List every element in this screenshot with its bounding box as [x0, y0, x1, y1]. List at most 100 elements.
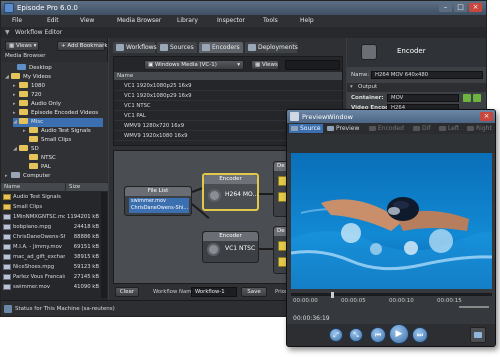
column-name-header[interactable]: Name [1, 183, 65, 191]
file-row[interactable]: swimmer.mov 41090 kB [1, 282, 100, 292]
menu-help[interactable]: Help [300, 17, 314, 24]
tree-item[interactable]: PAL [23, 163, 51, 172]
file-list-scrollbar[interactable] [101, 192, 107, 298]
folder-icon [19, 100, 28, 106]
video-file-icon [3, 274, 11, 280]
playhead[interactable] [331, 292, 334, 298]
tab-workflows[interactable]: Workflows [113, 42, 157, 53]
tab-encoders[interactable]: Encoders [199, 42, 243, 53]
close-button[interactable]: × [469, 3, 482, 12]
fast-forward-button[interactable]: ⏭ [412, 327, 428, 343]
encoder-name-header[interactable]: Name [114, 72, 342, 80]
file-row[interactable]: 1MinNMXGNTSC.mov 1194201 kB [1, 212, 100, 222]
tree-item[interactable]: ▸ Audio Only [13, 100, 61, 109]
play-button[interactable]: ▶ [389, 324, 409, 344]
file-row[interactable]: NiceShoes.mpg 59123 kB [1, 262, 100, 272]
file-list-node[interactable]: File List swimmer.mov ChrisDaneOwens-Shi… [124, 186, 192, 216]
encoder-node-h264[interactable]: Encoder H264 MOV 64... [202, 173, 259, 211]
tree-item[interactable]: ▸ Episode Encoded Videos [13, 109, 98, 118]
media-views-button[interactable]: ▦ Views ▾ [5, 41, 39, 51]
menu-file[interactable]: File [12, 17, 22, 24]
menu-edit[interactable]: Edit [47, 17, 59, 24]
encoder-node-title: Encoder [204, 175, 257, 184]
menu-view[interactable]: View [80, 17, 94, 24]
output-section-header[interactable]: ▾ Output [347, 83, 486, 92]
machine-icon [4, 305, 12, 313]
encoder-node-label: H264 MOV 64... [225, 191, 259, 198]
tab-preview[interactable]: Preview [325, 124, 363, 133]
preview-app-icon [290, 112, 299, 121]
menu-library[interactable]: Library [177, 17, 198, 24]
current-timecode: 00:00:36:19 [293, 315, 330, 322]
tree-item[interactable]: Small Clips [23, 136, 71, 145]
tree-item[interactable]: ◢ My Videos [5, 73, 51, 82]
menu-tools[interactable]: Tools [263, 17, 278, 24]
workflow-name-input[interactable]: Workflow-1 [191, 287, 237, 297]
folder-icon [19, 91, 28, 97]
file-row[interactable]: ChrisDaneOwens-Shi...88886 kB [1, 232, 100, 242]
tab-source[interactable]: Source [289, 124, 323, 133]
zoom-slider[interactable] [459, 306, 489, 308]
rewind-button[interactable]: ⏮ [370, 327, 386, 343]
collapse-triangle-icon: ▾ [350, 84, 353, 90]
fast-forward-icon: ⏭ [416, 331, 424, 339]
maximize-button[interactable]: □ [454, 3, 467, 12]
save-button[interactable]: Save [241, 287, 267, 297]
video-file-icon [3, 264, 11, 270]
tab-right[interactable]: Right [465, 124, 493, 133]
timecode-tick: 00:00:05 [341, 298, 366, 304]
encoder-node-label: VC1 NTSC [225, 245, 256, 252]
tree-item[interactable]: ▸ 720 [13, 91, 42, 100]
column-size-header[interactable]: Size [65, 183, 108, 191]
tree-item[interactable]: NTSC [23, 154, 56, 163]
workflow-editor-label: Workflow Editor [15, 29, 63, 36]
window-title: Episode Pro 6.0.0 [17, 4, 78, 12]
preview-toolbar: Source Preview Encoded Dif Left Right [287, 123, 495, 134]
tab-deployments[interactable]: Deployments [245, 42, 298, 53]
checkmark-icon [463, 94, 471, 102]
mark-out-button[interactable]: ⤡ [349, 328, 363, 342]
clear-button[interactable]: Clear [115, 287, 139, 297]
preview-close-button[interactable]: × [480, 112, 493, 121]
mark-in-button[interactable]: ⤢ [329, 328, 343, 342]
tree-item[interactable]: ◢ SD [13, 145, 39, 154]
encoder-node-vc1[interactable]: Encoder VC1 NTSC [202, 231, 259, 263]
tab-left[interactable]: Left [437, 124, 463, 133]
name-label: Name: [351, 72, 370, 78]
right-icon [467, 126, 474, 131]
video-file-icon [3, 234, 11, 240]
add-bookmark-button[interactable]: + Add Bookmark [57, 41, 108, 51]
file-row[interactable]: M.I.A. - Jimmy.mov 69151 kB [1, 242, 100, 252]
tree-item[interactable]: Desktop [17, 64, 52, 73]
tab-encoded[interactable]: Encoded [367, 124, 409, 133]
name-field[interactable]: H264 MOV 640x480 [371, 71, 483, 79]
menu-inspector[interactable]: Inspector [217, 17, 245, 24]
swimmer-video-image [291, 153, 492, 289]
tree-item-selected[interactable]: ◢ Misc [13, 118, 103, 127]
snapshot-button[interactable] [470, 327, 486, 343]
container-select[interactable]: MOV [387, 94, 459, 102]
views-icon: ▦ [9, 43, 16, 49]
tree-item[interactable]: ▸ Audio Test Signals [23, 127, 91, 136]
file-row[interactable]: Parlez Vous Francais...27145 kB [1, 272, 100, 282]
list-item[interactable]: VC1 1920x1080p25 16x9 [114, 81, 344, 91]
tree-item[interactable]: ▸ 1080 [13, 82, 45, 91]
menu-media-browser[interactable]: Media Browser [117, 17, 161, 24]
encoder-views-button[interactable]: ▦ Views [251, 60, 279, 70]
file-row[interactable]: mac_ad_gift_exchang...38915 kB [1, 252, 100, 262]
tab-sources[interactable]: Sources [157, 42, 197, 53]
tab-dif[interactable]: Dif [411, 124, 435, 133]
minimize-button[interactable]: – [439, 3, 452, 12]
timecode-tick: 00:00:15 [437, 298, 462, 304]
collapse-triangle-icon[interactable]: ▼ [5, 29, 10, 36]
list-item[interactable]: Audio Test Signals [1, 192, 100, 202]
windows-media-icon: ▣ [148, 62, 155, 68]
encoder-search-input[interactable] [285, 60, 340, 70]
list-item[interactable]: Small Clips [1, 202, 100, 212]
file-row[interactable]: bobpiano.mpg 24418 kB [1, 222, 100, 232]
list-item[interactable]: VC1 1920x1080p29 16x9 [114, 91, 344, 101]
tree-item[interactable]: ▸ Computer [5, 172, 50, 181]
format-select[interactable]: ▣ Windows Media (VC-1) ▾ [144, 60, 244, 70]
camera-icon [474, 332, 482, 338]
timeline-track[interactable] [291, 293, 492, 296]
